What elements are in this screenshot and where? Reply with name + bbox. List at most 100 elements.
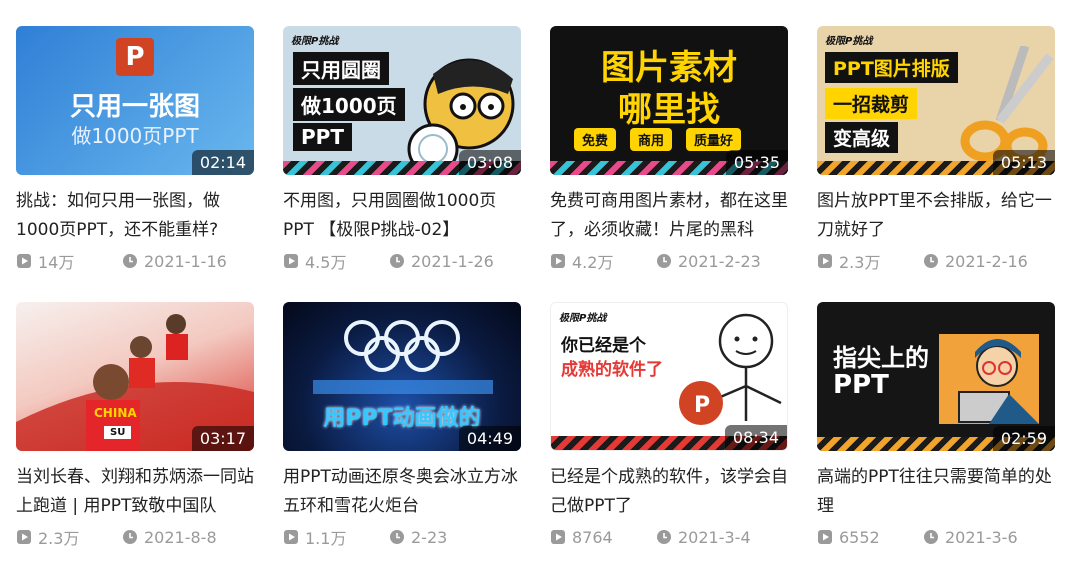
publish-date: 2021-1-26 (389, 252, 494, 271)
video-thumbnail[interactable]: 极限P挑战 你已经是个 成熟的软件了 P 08:34 (550, 302, 788, 451)
publish-date: 2021-3-4 (656, 528, 751, 547)
view-count: 14万 (16, 249, 122, 273)
thumb-subline: 哪里找 (618, 90, 720, 130)
video-thumbnail[interactable]: P 只用一张图 做1000页PPT 02:14 (16, 26, 254, 175)
duration-badge: 03:17 (191, 426, 254, 451)
thumb-subline: 做1000页PPT (71, 124, 199, 148)
video-meta: 14万 2021-1-16 (16, 247, 254, 275)
video-title[interactable]: 当刘长春、刘翔和苏炳添一同站上跑道 | 用PPT致敬中国队 (16, 463, 254, 521)
thumb-headline: 指尖上的 (833, 344, 929, 372)
view-count: 8764 (550, 528, 656, 547)
publish-date: 2021-8-8 (122, 528, 217, 547)
view-count: 6552 (817, 528, 923, 547)
thumb-headline: 只用圆圈 (293, 52, 389, 85)
publish-date: 2021-2-23 (656, 252, 761, 271)
duration-badge: 05:13 (992, 150, 1055, 175)
video-thumbnail[interactable]: 极限P挑战 只用圆圈 做1000页 PPT 03:08 (283, 26, 521, 175)
video-meta: 4.2万 2021-2-23 (550, 247, 788, 275)
clock-icon (924, 254, 938, 268)
play-square-icon (818, 530, 832, 544)
clock-icon (657, 254, 671, 268)
view-count: 2.3万 (16, 525, 122, 549)
play-square-icon (551, 254, 565, 268)
bib-number: SU (104, 426, 132, 439)
ice-cube-glow (313, 380, 493, 394)
video-card[interactable]: 指尖上的 PPT 02:59 高端的PPT往往只需要简单的处理 6552 202… (817, 302, 1055, 578)
video-thumbnail[interactable]: CHINA SU 03:17 (16, 302, 254, 451)
video-card[interactable]: 极限P挑战 你已经是个 成熟的软件了 P 08:34 已经是个成熟的软件，该学会… (550, 302, 788, 578)
duration-badge: 05:35 (725, 150, 788, 175)
video-meta: 1.1万 2-23 (283, 523, 521, 551)
duration-badge: 02:14 (191, 150, 254, 175)
play-square-icon (17, 530, 31, 544)
thumb-subline: 变高级 (825, 122, 899, 153)
video-title[interactable]: 挑战：如何只用一张图，做1000页PPT，还不能重样? (16, 187, 254, 245)
video-title[interactable]: 不用图，只用圆圈做1000页PPT 【极限P挑战-02】 (283, 187, 521, 245)
video-card[interactable]: CHINA SU 03:17 当刘长春、刘翔和苏炳添一同站上跑道 | 用PPT致… (16, 302, 254, 578)
clock-icon (924, 530, 938, 544)
publish-date: 2021-2-16 (923, 252, 1028, 271)
jersey-text: CHINA (94, 406, 137, 420)
scissors-icon (960, 46, 1054, 165)
thumb-subline: 一招裁剪 (825, 88, 918, 119)
video-title[interactable]: 已经是个成熟的软件，该学会自己做PPT了 (550, 463, 788, 521)
brand-logo: 极限P挑战 (291, 36, 339, 47)
stick-figure-icon: P (679, 313, 782, 425)
video-meta: 2.3万 2021-2-16 (817, 247, 1055, 275)
duration-badge: 03:08 (458, 150, 521, 175)
person-laptop-icon (939, 334, 1039, 424)
video-thumbnail[interactable]: 图片素材 哪里找 免费 商用 质量好 05:35 (550, 26, 788, 175)
video-meta: 2.3万 2021-8-8 (16, 523, 254, 551)
clock-icon (390, 254, 404, 268)
view-count: 1.1万 (283, 525, 389, 549)
thumb-subline: 做1000页 (293, 88, 405, 121)
thumb-subline: PPT (833, 370, 889, 400)
video-card[interactable]: P 只用一张图 做1000页PPT 02:14 挑战：如何只用一张图，做1000… (16, 26, 254, 302)
video-thumbnail[interactable]: 用PPT动画做的 04:49 (283, 302, 521, 451)
duration-badge: 04:49 (458, 426, 521, 451)
video-thumbnail[interactable]: 极限P挑战 PPT图片排版 一招裁剪 变高级 05:13 (817, 26, 1055, 175)
tag-free: 免费 (574, 128, 617, 151)
video-meta: 4.5万 2021-1-26 (283, 247, 521, 275)
video-meta: 6552 2021-3-6 (817, 523, 1055, 551)
thumb-headline: 你已经是个 (561, 336, 646, 356)
play-square-icon (17, 254, 31, 268)
video-title[interactable]: 高端的PPT往往只需要简单的处理 (817, 463, 1055, 521)
video-grid: P 只用一张图 做1000页PPT 02:14 挑战：如何只用一张图，做1000… (16, 26, 1055, 578)
publish-date: 2021-3-6 (923, 528, 1018, 547)
duration-badge: 02:59 (992, 426, 1055, 451)
ppt-logo-icon: P (116, 38, 154, 76)
clock-icon (123, 254, 137, 268)
clock-icon (390, 530, 404, 544)
thumb-subline: 成熟的软件了 (561, 360, 663, 380)
video-title[interactable]: 用PPT动画还原冬奥会冰立方冰五环和雪花火炬台 (283, 463, 521, 521)
tag-commercial: 商用 (630, 128, 673, 151)
view-count: 4.5万 (283, 249, 389, 273)
svg-text:P: P (694, 393, 710, 418)
duration-badge: 08:34 (724, 425, 787, 450)
video-thumbnail[interactable]: 指尖上的 PPT 02:59 (817, 302, 1055, 451)
thumb-headline: PPT图片排版 (825, 52, 958, 83)
tag-quality: 质量好 (686, 128, 742, 151)
brand-logo: 极限P挑战 (825, 36, 873, 47)
play-square-icon (284, 254, 298, 268)
publish-date: 2-23 (389, 528, 447, 547)
olympic-rings-icon (344, 320, 460, 372)
video-card[interactable]: 极限P挑战 只用圆圈 做1000页 PPT 03:08 不用图，只用圆圈做100… (283, 26, 521, 302)
clock-icon (123, 530, 137, 544)
view-count: 4.2万 (550, 249, 656, 273)
video-card[interactable]: 极限P挑战 PPT图片排版 一招裁剪 变高级 05:13 图片放PPT里不会排版… (817, 26, 1055, 302)
clock-icon (657, 530, 671, 544)
video-meta: 8764 2021-3-4 (550, 523, 788, 551)
video-card[interactable]: 图片素材 哪里找 免费 商用 质量好 05:35 免费可商用图片素材，都在这里了… (550, 26, 788, 302)
publish-date: 2021-1-16 (122, 252, 227, 271)
thumb-headline: 只用一张图 (69, 92, 200, 122)
brand-logo: 极限P挑战 (559, 313, 607, 324)
video-title[interactable]: 免费可商用图片素材，都在这里了，必须收藏！片尾的黑科 (550, 187, 788, 245)
video-title[interactable]: 图片放PPT里不会排版，给它一刀就好了 (817, 187, 1055, 245)
tag-list: 免费 商用 质量好 (574, 128, 742, 151)
video-card[interactable]: 用PPT动画做的 04:49 用PPT动画还原冬奥会冰立方冰五环和雪花火炬台 1… (283, 302, 521, 578)
play-square-icon (551, 530, 565, 544)
thumb-subline: PPT (293, 123, 352, 151)
view-count: 2.3万 (817, 249, 923, 273)
